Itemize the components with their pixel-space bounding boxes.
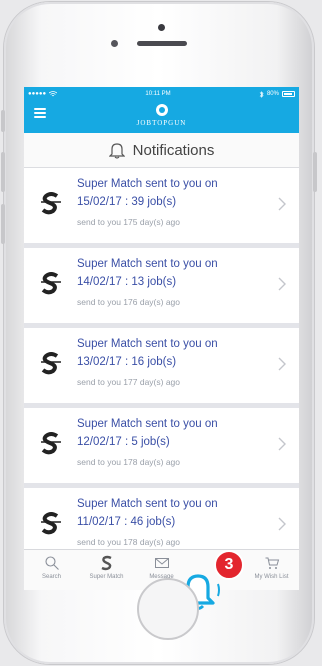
notification-title: Super Match sent to you on [77,498,218,510]
volume-up-button [1,152,5,192]
super-match-icon [100,555,112,571]
tab-label: Super Match [89,574,124,580]
notification-detail: 11/02/17 : 46 job(s) [77,516,176,528]
mute-switch [1,110,5,132]
chevron-right-icon [278,357,286,371]
search-icon [44,556,59,570]
home-button[interactable] [137,578,199,640]
logo-text: JOBTOPGUN [136,119,187,127]
status-bar: ●●●●● 10:11 PM 80% [24,87,299,101]
notification-title: Super Match sent to you on [77,178,218,190]
notification-item[interactable]: Super Match sent to you on 11/02/17 : 46… [24,488,299,550]
notification-age: send to you 176 day(s) ago [77,297,181,307]
super-match-logo-icon [41,432,61,455]
bell-outline-icon [108,143,125,159]
notification-detail: 14/02/17 : 13 job(s) [77,276,177,288]
tab-label: My Wish List [254,574,289,580]
status-time: 10:11 PM [145,91,171,97]
app-logo: JOBTOPGUN [24,104,299,127]
notification-age: send to you 175 day(s) ago [77,217,181,227]
signal-indicator: ●●●●● [28,91,47,97]
tab-label: Search [41,574,61,580]
notification-item[interactable]: Super Match sent to you on 15/02/17 : 39… [24,168,299,248]
notification-item[interactable]: Super Match sent to you on 14/02/17 : 13… [24,248,299,328]
notification-detail: 15/02/17 : 39 job(s) [77,196,177,208]
proximity-sensor [111,40,118,47]
chevron-right-icon [278,277,286,291]
battery-percent: 80% [266,91,279,97]
tab-search[interactable]: Search [24,550,79,590]
wifi-icon [49,91,58,97]
tab-wish-list[interactable]: My Wish List [244,550,299,590]
front-camera [158,24,165,31]
notification-detail: 13/02/17 : 16 job(s) [77,356,177,368]
notification-item[interactable]: Super Match sent to you on 12/02/17 : 5 … [24,408,299,488]
notification-age: send to you 178 day(s) ago [77,457,181,467]
notification-age: send to you 177 day(s) ago [77,377,181,387]
super-match-logo-icon [41,192,61,215]
bluetooth-icon [259,90,264,98]
page-header: Notifications [24,133,299,168]
battery-icon [281,91,295,97]
chevron-right-icon [278,197,286,211]
notification-title: Super Match sent to you on [77,258,218,270]
super-match-logo-icon [41,512,61,535]
envelope-icon [154,558,169,568]
volume-down-button [1,204,5,244]
power-button [313,152,317,192]
notification-list: Super Match sent to you on 15/02/17 : 39… [24,168,299,550]
nav-bar: JOBTOPGUN [24,101,299,133]
notification-age: send to you 178 day(s) ago [77,537,181,547]
tab-super-match[interactable]: Super Match [79,550,134,590]
notification-title: Super Match sent to you on [77,338,218,350]
app-screen: ●●●●● 10:11 PM 80% JOBTOPGUN Notificatio… [24,87,299,590]
notification-detail: 12/02/17 : 5 job(s) [77,436,170,448]
super-match-logo-icon [41,352,61,375]
notification-title: Super Match sent to you on [77,418,218,430]
chevron-right-icon [278,517,286,531]
page-title: Notifications [132,141,215,159]
super-match-logo-icon [41,272,61,295]
cart-icon [265,557,279,569]
chevron-right-icon [278,437,286,451]
logo-mark-icon [155,104,168,116]
notification-count-badge: 3 [214,550,244,580]
earpiece-speaker [137,41,187,46]
notification-item[interactable]: Super Match sent to you on 13/02/17 : 16… [24,328,299,408]
